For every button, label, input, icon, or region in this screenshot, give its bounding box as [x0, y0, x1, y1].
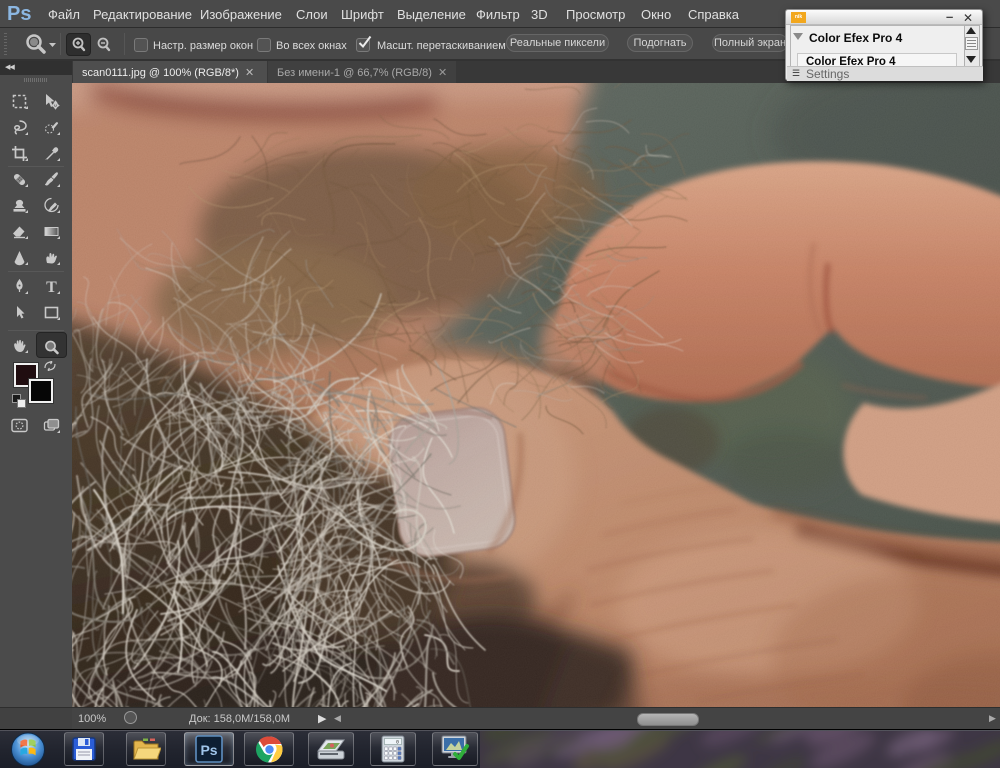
svg-text:Ps: Ps [200, 742, 217, 758]
svg-text:T: T [46, 279, 57, 295]
svg-text:0: 0 [396, 740, 399, 746]
